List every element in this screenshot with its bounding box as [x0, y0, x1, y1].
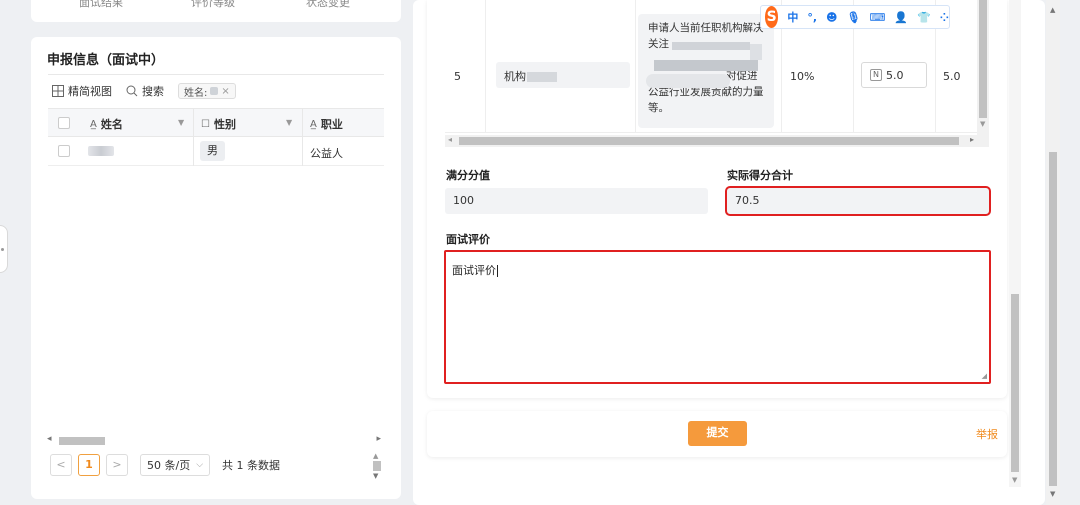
- user-icon[interactable]: 👤: [894, 11, 908, 24]
- ime-toolbar: S 中 °, ☻ 🎙 ⌨ 👤 👕 ⁘: [760, 5, 950, 29]
- scrollbar-thumb[interactable]: [59, 437, 105, 445]
- select-all-checkbox[interactable]: [58, 117, 70, 129]
- redacted-text: [750, 44, 762, 60]
- actual-score-field: 70.5: [725, 186, 991, 216]
- text-type-icon: A̲: [90, 118, 97, 130]
- actual-score-label: 实际得分合计: [727, 169, 793, 182]
- column-divider: [485, 0, 486, 132]
- score-input-value: 5.0: [886, 68, 904, 82]
- scrollbar-thumb[interactable]: [373, 461, 381, 471]
- chevron-down-icon[interactable]: ▼: [178, 118, 184, 127]
- criterion-description: 申请人当前任职机构解决 关注 对促进 公益行业发展贡献的力量 等。: [638, 14, 774, 128]
- desc-line: 申请人当前任职机构解决: [648, 22, 764, 34]
- form-vertical-scrollbar[interactable]: ▼: [1009, 0, 1021, 487]
- org-label: 机构: [504, 70, 526, 83]
- column-header: 评价等级: [191, 0, 235, 9]
- apps-grid-icon[interactable]: ⁘: [940, 11, 949, 24]
- weight-cell: 10%: [790, 70, 815, 83]
- score-cell: 5.0: [943, 70, 961, 83]
- chevron-down-icon: ⌵: [196, 460, 204, 470]
- comment-text: 面试评价: [452, 264, 498, 277]
- scroll-down-icon[interactable]: ▼: [1050, 490, 1055, 498]
- redacted-text: [654, 60, 758, 71]
- page-size-label: 50 条/页: [147, 459, 191, 472]
- gender-tag: 男: [200, 141, 225, 161]
- grid-header: A̲ 姓名 ▼ ☐ 性别 ▼ A̲ 职业: [48, 108, 384, 138]
- comment-textarea[interactable]: 面试评价 ◢: [444, 250, 991, 384]
- scroll-right-icon[interactable]: ▸: [970, 135, 974, 144]
- scroll-left-icon[interactable]: ◂: [448, 135, 452, 144]
- total-count: 共 1 条数据: [222, 459, 281, 472]
- column-name[interactable]: A̲ 姓名: [90, 116, 123, 132]
- scrollbar-thumb[interactable]: [1049, 152, 1057, 486]
- column-divider: [302, 109, 303, 138]
- score-input[interactable]: N 5.0: [861, 62, 927, 88]
- sidebar-collapse-handle[interactable]: [0, 225, 8, 273]
- scrollbar-thumb[interactable]: [979, 0, 987, 118]
- column-header: 状态变更: [306, 0, 350, 9]
- redacted-org: [527, 72, 557, 82]
- full-score-field: 100: [445, 188, 708, 214]
- ime-logo-icon[interactable]: S: [765, 6, 779, 28]
- table-row[interactable]: 男 公益人: [48, 137, 384, 166]
- occupation-cell: 公益人: [310, 147, 343, 160]
- page-size-select[interactable]: 50 条/页 ⌵: [140, 454, 211, 476]
- scrollbar-thumb[interactable]: [1011, 294, 1019, 472]
- grid-horizontal-scrollbar[interactable]: ◂ ▸: [47, 434, 387, 446]
- score-table-vertical-scrollbar[interactable]: ▼: [977, 0, 989, 147]
- skin-shirt-icon[interactable]: 👕: [917, 11, 931, 24]
- punctuation-icon[interactable]: °,: [807, 11, 817, 24]
- select-type-icon: ☐: [201, 118, 210, 130]
- number-icon: N: [870, 69, 882, 81]
- chevron-down-icon[interactable]: ▼: [286, 118, 292, 127]
- column-divider: [193, 109, 194, 138]
- keyboard-icon[interactable]: ⌨: [869, 11, 885, 24]
- microphone-icon[interactable]: 🎙: [847, 11, 861, 24]
- emoji-icon[interactable]: ☻: [826, 11, 837, 24]
- declaration-title: 申报信息（面试中）: [47, 53, 165, 68]
- ime-mode-toggle[interactable]: 中: [787, 9, 798, 25]
- submit-button[interactable]: 提交: [688, 421, 747, 446]
- grid-vertical-scrollbar[interactable]: ▲ ▼: [371, 452, 383, 482]
- scroll-right-icon[interactable]: ▸: [376, 434, 381, 444]
- column-divider: [302, 137, 303, 166]
- row-index: 5: [454, 70, 461, 83]
- scrollbar-thumb[interactable]: [459, 137, 959, 145]
- scroll-down-icon[interactable]: ▼: [1012, 476, 1017, 484]
- redacted-text: [672, 42, 750, 50]
- scroll-up-icon[interactable]: ▲: [373, 452, 378, 460]
- scroll-up-icon[interactable]: ▲: [1050, 6, 1055, 14]
- report-link[interactable]: 举报: [976, 426, 998, 442]
- column-header: 面试结果: [79, 0, 123, 9]
- next-page-button[interactable]: >: [106, 454, 128, 476]
- scroll-left-icon[interactable]: ◂: [47, 434, 52, 444]
- text-type-icon: A̲: [310, 118, 317, 130]
- column-divider: [193, 137, 194, 166]
- prev-page-button[interactable]: <: [50, 454, 72, 476]
- previous-section-card: 面试结果 评价等级 状态变更: [31, 0, 401, 22]
- redacted-text: [646, 74, 730, 88]
- declaration-grid: A̲ 姓名 ▼ ☐ 性别 ▼ A̲ 职业 男 公益人: [48, 74, 384, 409]
- org-cell: 机构: [496, 62, 630, 88]
- scroll-down-icon[interactable]: ▼: [980, 120, 985, 128]
- action-bar: 提交 举报: [427, 411, 1007, 457]
- redacted-name: [88, 146, 114, 156]
- column-divider: [635, 0, 636, 132]
- scroll-down-icon[interactable]: ▼: [373, 472, 378, 480]
- text-caret: [497, 265, 498, 277]
- full-score-label: 满分分值: [446, 169, 490, 182]
- page-1-button[interactable]: 1: [78, 454, 100, 476]
- score-table-horizontal-scrollbar[interactable]: ◂ ▸: [445, 135, 977, 147]
- row-checkbox[interactable]: [58, 145, 70, 157]
- pagination: < 1 > 50 条/页 ⌵ 共 1 条数据: [50, 454, 280, 476]
- comment-label: 面试评价: [446, 233, 490, 246]
- page-vertical-scrollbar[interactable]: ▲ ▼: [1046, 0, 1060, 505]
- column-occupation[interactable]: A̲ 职业: [310, 116, 343, 132]
- resize-handle-icon[interactable]: ◢: [982, 372, 987, 380]
- desc-line: 等。: [648, 102, 669, 114]
- column-gender[interactable]: ☐ 性别: [201, 116, 236, 132]
